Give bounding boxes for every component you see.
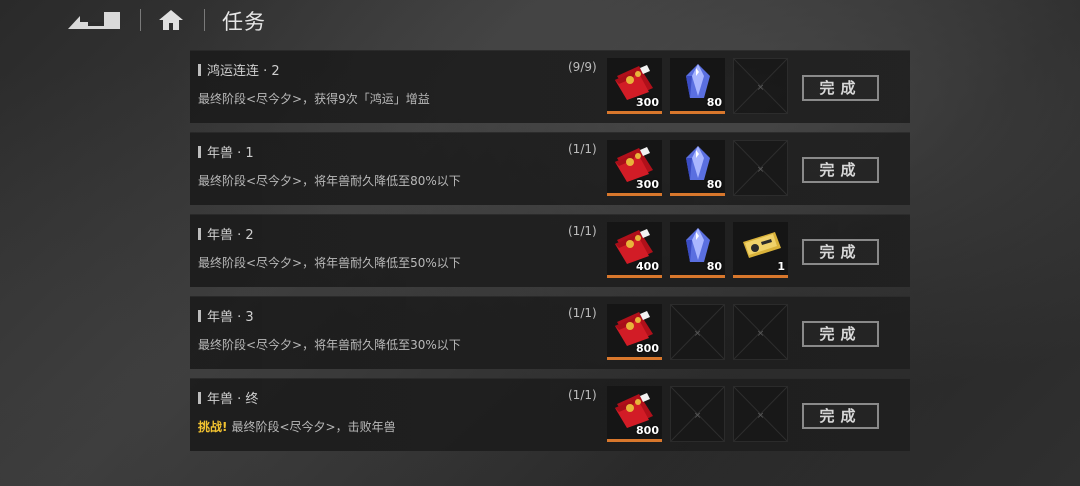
reward-underline <box>607 111 662 114</box>
task-progress: (1/1) <box>568 224 597 238</box>
task-row: 年兽 · 1 (1/1) 最终阶段<尽今夕>，将年兽耐久降低至80%以下 300 80 ×… <box>190 132 910 205</box>
reward-quantity: 300 <box>636 178 659 191</box>
task-progress: (9/9) <box>568 60 597 74</box>
task-progress: (1/1) <box>568 388 597 402</box>
home-icon <box>159 10 183 30</box>
reward-underline <box>607 193 662 196</box>
challenge-label: 挑战! <box>198 420 228 434</box>
task-progress: (1/1) <box>568 142 597 156</box>
task-progress: (1/1) <box>568 306 597 320</box>
task-description-text: 最终阶段<尽今夕>，将年兽耐久降低至30%以下 <box>198 338 461 352</box>
reward-quantity: 800 <box>636 424 659 437</box>
task-description-text: 最终阶段<尽今夕>，将年兽耐久降低至50%以下 <box>198 256 461 270</box>
complete-button[interactable]: 完成 <box>802 403 879 429</box>
task-title: 年兽 · 2 <box>198 224 254 243</box>
complete-button[interactable]: 完成 <box>802 75 879 101</box>
reward-quantity: 80 <box>706 178 722 191</box>
task-name: 年兽 · 1 <box>207 146 254 161</box>
reward-quantity: 80 <box>706 96 722 109</box>
title-marker <box>198 227 201 240</box>
task-name: 年兽 · 3 <box>207 310 254 325</box>
reward-quantity: 80 <box>706 260 722 273</box>
reward-quantity: 800 <box>636 342 659 355</box>
reward-quantity: 1 <box>777 260 785 273</box>
task-row: 年兽 · 3 (1/1) 最终阶段<尽今夕>，将年兽耐久降低至30%以下 800 × × 完… <box>190 296 910 369</box>
empty-slot-icon: × <box>734 305 787 359</box>
task-description: 最终阶段<尽今夕>，获得9次「鸿运」增益 <box>198 90 430 107</box>
complete-button[interactable]: 完成 <box>802 157 879 183</box>
complete-button[interactable]: 完成 <box>802 239 879 265</box>
reward-slot[interactable]: 400 <box>607 222 662 278</box>
reward-quantity: 300 <box>636 96 659 109</box>
task-list: 鸿运连连 · 2 (9/9) 最终阶段<尽今夕>，获得9次「鸿运」增益 300 80 × 完… <box>190 50 910 460</box>
title-marker <box>198 309 201 322</box>
task-description: 最终阶段<尽今夕>，将年兽耐久降低至30%以下 <box>198 336 461 353</box>
home-button[interactable] <box>157 8 185 32</box>
task-row: 年兽 · 终 (1/1) 挑战! 最终阶段<尽今夕>，击败年兽 800 × × 完成 <box>190 378 910 451</box>
title-marker <box>198 391 201 404</box>
svg-text:×: × <box>757 329 765 339</box>
reward-slot[interactable]: 80 <box>670 140 725 196</box>
complete-button[interactable]: 完成 <box>802 321 879 347</box>
top-bar: 任务 <box>0 0 1080 40</box>
task-description-text: 最终阶段<尽今夕>，获得9次「鸿运」增益 <box>198 92 430 106</box>
divider <box>140 9 141 31</box>
empty-slot-icon: × <box>734 387 787 441</box>
back-arrow-icon <box>68 12 120 29</box>
task-description: 挑战! 最终阶段<尽今夕>，击败年兽 <box>198 418 396 435</box>
empty-slot-icon: × <box>671 305 724 359</box>
reward-underline <box>607 439 662 442</box>
reward-slot-empty: × <box>733 386 788 442</box>
task-title: 鸿运连连 · 2 <box>198 60 280 79</box>
task-name: 年兽 · 2 <box>207 228 254 243</box>
reward-underline <box>670 193 725 196</box>
reward-underline <box>733 275 788 278</box>
reward-underline <box>607 357 662 360</box>
task-name: 鸿运连连 · 2 <box>207 64 280 79</box>
task-row: 鸿运连连 · 2 (9/9) 最终阶段<尽今夕>，获得9次「鸿运」增益 300 80 × 完… <box>190 50 910 123</box>
svg-text:×: × <box>757 411 765 421</box>
task-description: 最终阶段<尽今夕>，将年兽耐久降低至80%以下 <box>198 172 461 189</box>
task-title: 年兽 · 1 <box>198 142 254 161</box>
reward-slot[interactable]: 1 <box>733 222 788 278</box>
reward-slot-empty: × <box>733 140 788 196</box>
reward-underline <box>670 111 725 114</box>
task-description-text: 最终阶段<尽今夕>，击败年兽 <box>231 420 396 434</box>
back-button[interactable] <box>66 8 126 32</box>
task-row: 年兽 · 2 (1/1) 最终阶段<尽今夕>，将年兽耐久降低至50%以下 400 80 1… <box>190 214 910 287</box>
title-marker <box>198 145 201 158</box>
title-marker <box>198 63 201 76</box>
reward-slot-empty: × <box>733 58 788 114</box>
reward-slot[interactable]: 300 <box>607 140 662 196</box>
task-title: 年兽 · 终 <box>198 388 258 407</box>
svg-text:×: × <box>757 165 765 175</box>
task-title: 年兽 · 3 <box>198 306 254 325</box>
reward-slot-empty: × <box>670 304 725 360</box>
reward-slot[interactable]: 800 <box>607 304 662 360</box>
empty-slot-icon: × <box>671 387 724 441</box>
page-title: 任务 <box>222 10 266 34</box>
reward-slot-empty: × <box>733 304 788 360</box>
reward-quantity: 400 <box>636 260 659 273</box>
empty-slot-icon: × <box>734 59 787 113</box>
svg-text:×: × <box>694 329 702 339</box>
reward-slot[interactable]: 80 <box>670 58 725 114</box>
svg-text:×: × <box>757 83 765 93</box>
reward-underline <box>670 275 725 278</box>
divider <box>204 9 205 31</box>
task-description-text: 最终阶段<尽今夕>，将年兽耐久降低至80%以下 <box>198 174 461 188</box>
reward-slot[interactable]: 80 <box>670 222 725 278</box>
empty-slot-icon: × <box>734 141 787 195</box>
reward-slot-empty: × <box>670 386 725 442</box>
reward-underline <box>607 275 662 278</box>
task-description: 最终阶段<尽今夕>，将年兽耐久降低至50%以下 <box>198 254 461 271</box>
reward-slot[interactable]: 300 <box>607 58 662 114</box>
reward-slot[interactable]: 800 <box>607 386 662 442</box>
svg-text:×: × <box>694 411 702 421</box>
task-name: 年兽 · 终 <box>207 392 259 407</box>
